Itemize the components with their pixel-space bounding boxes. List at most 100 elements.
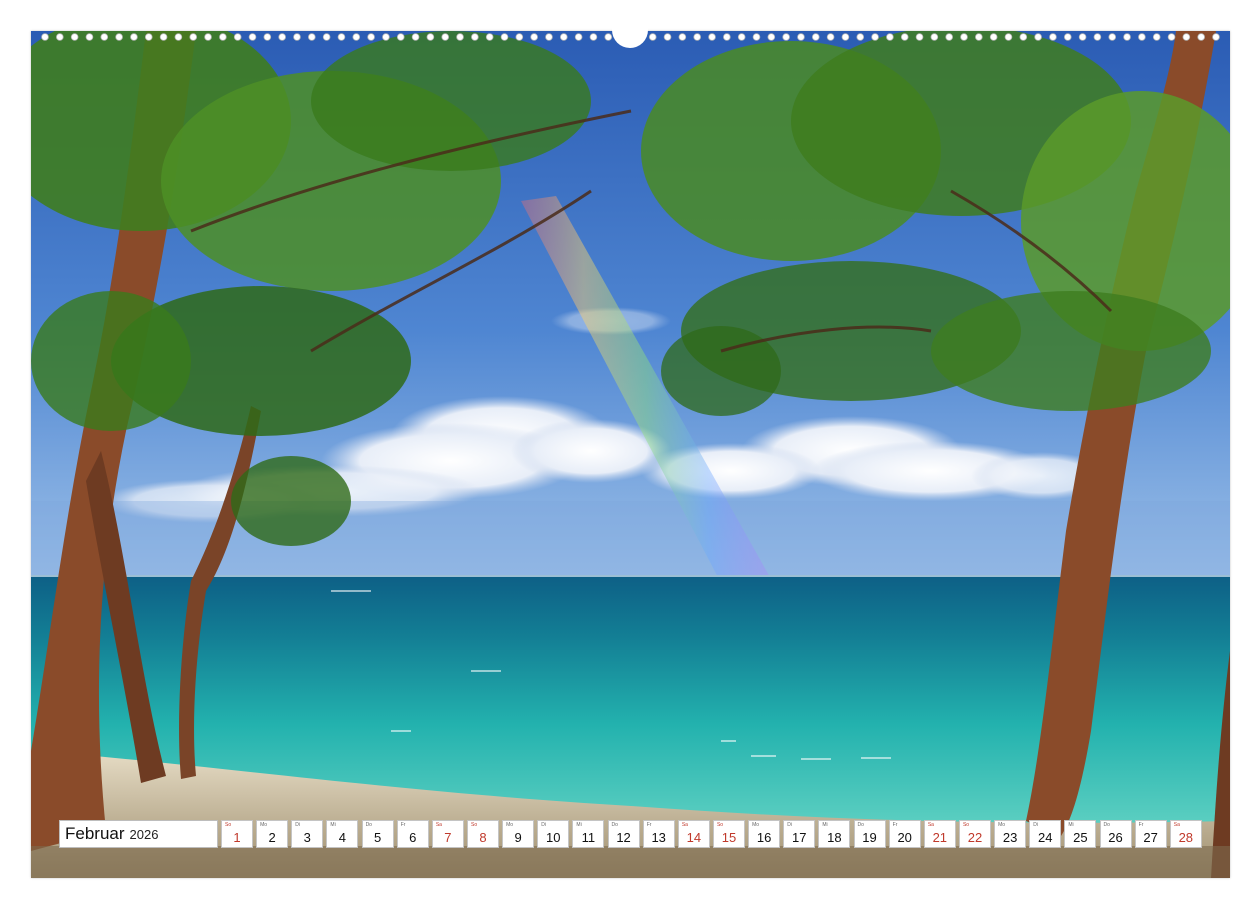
day-cell: Mo 23 — [994, 820, 1027, 848]
binding-hole — [456, 33, 464, 41]
binding-hole — [233, 33, 242, 41]
photo-tropical-beach-rainbow — [31, 31, 1230, 878]
binding-hole — [871, 33, 879, 41]
binding-hole — [530, 33, 538, 41]
day-cell: Mi 18 — [818, 820, 851, 848]
day-number: 1 — [233, 830, 241, 845]
binding-hole — [485, 33, 494, 41]
day-cell: Do 12 — [607, 820, 640, 848]
day-abbr: Sa — [435, 822, 442, 828]
binding-hole — [308, 33, 316, 41]
binding-hole — [1093, 33, 1102, 41]
binding-hole — [441, 33, 450, 41]
day-number: 10 — [546, 830, 561, 845]
day-abbr: So — [716, 822, 724, 828]
binding-hole — [130, 33, 138, 41]
binding-hole — [322, 33, 331, 41]
day-cell: So 22 — [958, 820, 991, 848]
day-abbr: Mi — [822, 822, 828, 828]
binding-hole — [515, 33, 524, 41]
binding-hole — [174, 33, 183, 41]
binding-hole — [219, 33, 227, 41]
day-abbr: So — [225, 822, 232, 828]
day-list: So 1 Mo 2 Di 3 Mi 4 Do 5 Fr 6 Sa 7 So 8 Mo 9 Di 10 Mi 11 Do 12 F… — [221, 820, 1205, 850]
day-cell: Do 19 — [853, 820, 886, 848]
day-abbr: Mi — [330, 822, 336, 828]
day-cell: Fr 20 — [888, 820, 921, 848]
day-number: 21 — [932, 830, 948, 845]
binding-hole — [41, 33, 49, 41]
day-cell: Sa 14 — [677, 820, 710, 848]
day-number: 11 — [581, 830, 596, 845]
day-number: 17 — [792, 830, 807, 845]
day-number: 20 — [897, 830, 912, 845]
day-cell: Mo 9 — [502, 820, 535, 848]
binding-hole — [975, 33, 983, 41]
day-cell: Do 26 — [1099, 820, 1132, 848]
day-abbr: Do — [857, 822, 864, 828]
binding-hole — [382, 33, 390, 41]
binding-hole — [723, 33, 731, 41]
day-abbr: Di — [541, 822, 546, 828]
day-abbr: So — [962, 822, 970, 828]
binding-hole — [1138, 33, 1146, 41]
binding-hole — [574, 33, 583, 41]
day-abbr: Di — [787, 822, 792, 828]
binding-hole — [648, 33, 657, 41]
binding-hole — [263, 33, 272, 41]
binding-hole — [1034, 33, 1042, 41]
binding-hole — [70, 33, 79, 41]
binding-hole — [678, 33, 687, 41]
day-cell: Fr 27 — [1134, 820, 1167, 848]
binding-hole — [945, 33, 953, 41]
day-number: 19 — [862, 830, 877, 845]
binding-hole — [367, 33, 375, 41]
binding-hole — [782, 33, 790, 41]
binding-hole — [396, 33, 405, 41]
month-label-box: Februar 2026 — [59, 820, 218, 848]
binding-hole — [886, 33, 894, 41]
binding-hole — [426, 33, 435, 41]
binding-hole — [900, 33, 909, 41]
calendar-strip: Februar 2026 So 1 Mo 2 Di 3 Mi 4 Do 5 Fr 6 Sa 7 So 8 Mo 9… — [59, 820, 1205, 850]
day-number: 14 — [686, 830, 702, 845]
day-number: 15 — [721, 830, 737, 845]
day-number: 7 — [444, 830, 452, 845]
binding-hole — [752, 33, 761, 41]
day-abbr: Do — [365, 822, 372, 828]
day-abbr: Sa — [927, 822, 934, 828]
day-abbr: Fr — [646, 822, 652, 828]
binding-hole — [841, 33, 850, 41]
day-cell: Mo 16 — [748, 820, 781, 848]
day-abbr: Mo — [998, 822, 1006, 828]
binding-hole — [278, 33, 286, 41]
day-number: 18 — [827, 830, 842, 845]
binding-hole — [545, 33, 553, 41]
day-abbr: Do — [1103, 822, 1110, 828]
binding-hole — [100, 33, 109, 41]
day-abbr: Fr — [892, 822, 898, 828]
binding-hole — [1167, 33, 1176, 41]
day-cell: Di 17 — [783, 820, 816, 848]
day-number: 26 — [1108, 830, 1123, 845]
binding-hole — [471, 33, 479, 41]
binding-hole — [663, 33, 672, 41]
day-number: 13 — [651, 830, 666, 845]
day-abbr: Mi — [1068, 822, 1074, 828]
day-cell: Fr 6 — [396, 820, 429, 848]
binding-hole — [1004, 33, 1013, 41]
binding-hole — [1212, 33, 1220, 41]
day-cell: Mi 25 — [1064, 820, 1097, 848]
day-cell: Sa 7 — [431, 820, 464, 848]
binding-hole — [960, 33, 968, 41]
binding-hole — [1197, 33, 1205, 41]
day-abbr: Mo — [752, 822, 760, 828]
day-number: 23 — [1002, 830, 1018, 845]
binding-hole — [337, 33, 346, 41]
month-year: 2026 — [129, 826, 159, 842]
binding-hole — [1123, 33, 1131, 41]
binding-hole — [411, 33, 420, 41]
day-number: 25 — [1073, 830, 1088, 845]
day-abbr: Di — [1033, 822, 1038, 828]
binding-hole — [737, 33, 746, 41]
